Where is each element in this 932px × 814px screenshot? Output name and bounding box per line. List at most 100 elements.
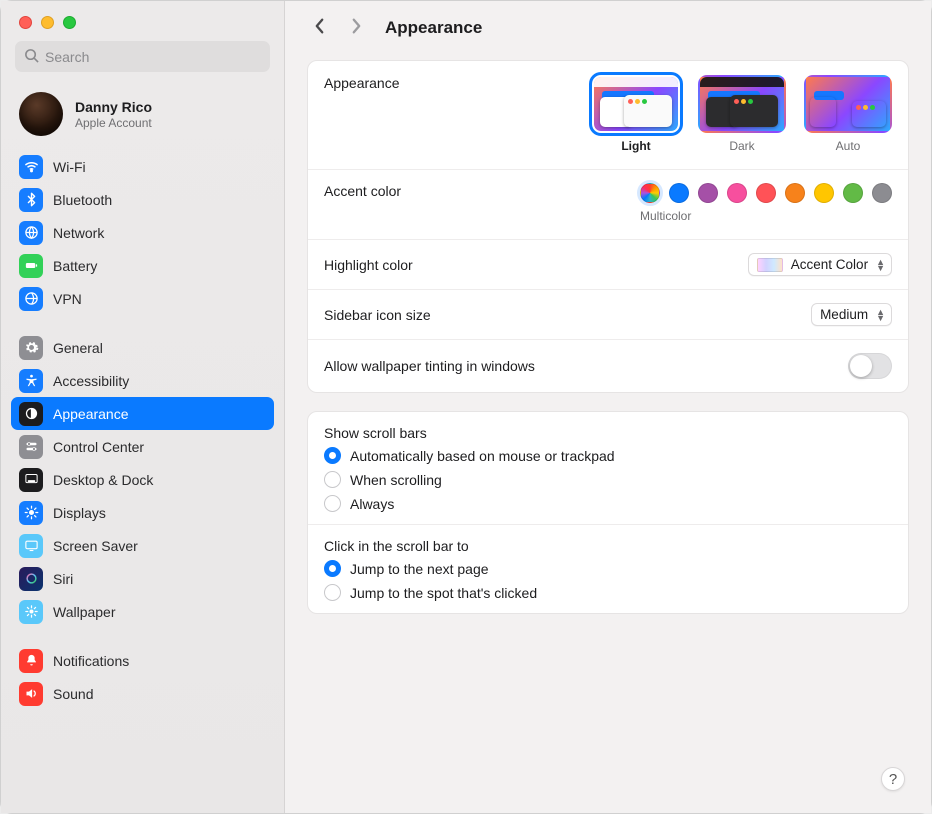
scrollbars-option-when-scrolling[interactable]: When scrolling bbox=[324, 471, 892, 488]
scrollclick-option-jump-here[interactable]: Jump to the spot that's clicked bbox=[324, 584, 892, 601]
appearance-panel: Appearance Light bbox=[307, 60, 909, 393]
sidebar-item-sound[interactable]: Sound bbox=[11, 677, 274, 710]
row-label: Sidebar icon size bbox=[324, 307, 431, 323]
appearance-options: Light Dark bbox=[592, 75, 892, 153]
sidebar-icon-size-select[interactable]: Medium ▲▼ bbox=[811, 303, 892, 326]
row-label: Appearance bbox=[324, 75, 400, 91]
accent-pink[interactable] bbox=[727, 183, 747, 203]
globe-icon bbox=[19, 221, 43, 245]
sidebar-item-bluetooth[interactable]: Bluetooth bbox=[11, 183, 274, 216]
sidebar-item-label: Network bbox=[53, 225, 104, 241]
option-label: Jump to the spot that's clicked bbox=[350, 585, 537, 601]
wallpaper-tinting-toggle[interactable] bbox=[848, 353, 892, 379]
main-pane: Appearance Appearance Light bbox=[285, 1, 931, 813]
scrollbars-option-auto[interactable]: Automatically based on mouse or trackpad bbox=[324, 447, 892, 464]
accent-blue[interactable] bbox=[669, 183, 689, 203]
accent-multicolor[interactable] bbox=[640, 183, 660, 203]
wallpaper-tinting-row: Allow wallpaper tinting in windows bbox=[308, 339, 908, 392]
screen-saver-icon bbox=[19, 534, 43, 558]
sidebar-item-battery[interactable]: Battery bbox=[11, 249, 274, 282]
apple-account-row[interactable]: Danny Rico Apple Account bbox=[1, 82, 284, 150]
sidebar-item-screen-saver[interactable]: Screen Saver bbox=[11, 529, 274, 562]
page-title: Appearance bbox=[385, 18, 482, 38]
control-center-icon bbox=[19, 435, 43, 459]
scrollbars-option-always[interactable]: Always bbox=[324, 495, 892, 512]
dock-icon bbox=[19, 468, 43, 492]
radio-icon bbox=[324, 584, 341, 601]
sidebar-item-label: Sound bbox=[53, 686, 93, 702]
sidebar-item-label: Wallpaper bbox=[53, 604, 116, 620]
avatar bbox=[19, 92, 63, 136]
sidebar-item-label: Accessibility bbox=[53, 373, 129, 389]
scrollclick-title: Click in the scroll bar to bbox=[308, 525, 908, 558]
accent-green[interactable] bbox=[843, 183, 863, 203]
appearance-option-light[interactable]: Light bbox=[592, 75, 680, 153]
siri-icon bbox=[19, 567, 43, 591]
accessibility-icon bbox=[19, 369, 43, 393]
sidebar-item-control-center[interactable]: Control Center bbox=[11, 430, 274, 463]
option-label: Automatically based on mouse or trackpad bbox=[350, 448, 615, 464]
sidebar-item-desktop-dock[interactable]: Desktop & Dock bbox=[11, 463, 274, 496]
sidebar-item-general[interactable]: General bbox=[11, 331, 274, 364]
scrollclick-option-next-page[interactable]: Jump to the next page bbox=[324, 560, 892, 577]
accent-yellow[interactable] bbox=[814, 183, 834, 203]
minimize-window-button[interactable] bbox=[41, 16, 54, 29]
wifi-icon bbox=[19, 155, 43, 179]
radio-icon bbox=[324, 471, 341, 488]
close-window-button[interactable] bbox=[19, 16, 32, 29]
sidebar: Danny Rico Apple Account Wi-Fi Bluetooth… bbox=[1, 1, 285, 813]
option-label: When scrolling bbox=[350, 472, 442, 488]
fullscreen-window-button[interactable] bbox=[63, 16, 76, 29]
sidebar-item-network[interactable]: Network bbox=[11, 216, 274, 249]
option-label: Auto bbox=[836, 139, 861, 153]
content: Appearance Light bbox=[285, 50, 931, 813]
sidebar-item-label: General bbox=[53, 340, 103, 356]
help-icon: ? bbox=[889, 771, 897, 788]
sidebar-item-displays[interactable]: Displays bbox=[11, 496, 274, 529]
row-label: Highlight color bbox=[324, 257, 413, 273]
vpn-icon bbox=[19, 287, 43, 311]
accent-red[interactable] bbox=[756, 183, 776, 203]
sidebar-item-appearance[interactable]: Appearance bbox=[11, 397, 274, 430]
sidebar-item-wallpaper[interactable]: Wallpaper bbox=[11, 595, 274, 628]
sidebar-item-label: Wi-Fi bbox=[53, 159, 86, 175]
window-controls bbox=[1, 1, 284, 41]
titlebar: Appearance bbox=[285, 1, 931, 50]
select-value: Accent Color bbox=[791, 257, 868, 272]
sidebar-list: Wi-Fi Bluetooth Network Battery VPN bbox=[1, 150, 284, 813]
sidebar-item-vpn[interactable]: VPN bbox=[11, 282, 274, 315]
sidebar-item-label: Control Center bbox=[53, 439, 144, 455]
sidebar-item-label: Notifications bbox=[53, 653, 129, 669]
sidebar-item-notifications[interactable]: Notifications bbox=[11, 644, 274, 677]
back-button[interactable] bbox=[313, 17, 326, 38]
help-button[interactable]: ? bbox=[881, 767, 905, 791]
appearance-row: Appearance Light bbox=[308, 61, 908, 169]
sidebar-item-label: Displays bbox=[53, 505, 106, 521]
highlight-color-select[interactable]: Accent Color ▲▼ bbox=[748, 253, 892, 276]
option-label: Dark bbox=[729, 139, 754, 153]
search-field[interactable] bbox=[15, 41, 270, 72]
sidebar-item-wifi[interactable]: Wi-Fi bbox=[11, 150, 274, 183]
radio-icon bbox=[324, 495, 341, 512]
sidebar-icon-size-row: Sidebar icon size Medium ▲▼ bbox=[308, 289, 908, 339]
accent-purple[interactable] bbox=[698, 183, 718, 203]
chevron-updown-icon: ▲▼ bbox=[876, 309, 885, 321]
search-input[interactable] bbox=[45, 49, 261, 65]
appearance-option-auto[interactable]: Auto bbox=[804, 75, 892, 153]
highlight-color-row: Highlight color Accent Color ▲▼ bbox=[308, 239, 908, 289]
bluetooth-icon bbox=[19, 188, 43, 212]
forward-button[interactable] bbox=[350, 17, 363, 38]
sidebar-item-accessibility[interactable]: Accessibility bbox=[11, 364, 274, 397]
displays-icon bbox=[19, 501, 43, 525]
radio-icon bbox=[324, 447, 341, 464]
appearance-option-dark[interactable]: Dark bbox=[698, 75, 786, 153]
accent-orange[interactable] bbox=[785, 183, 805, 203]
sidebar-item-siri[interactable]: Siri bbox=[11, 562, 274, 595]
accent-graphite[interactable] bbox=[872, 183, 892, 203]
sidebar-item-label: Siri bbox=[53, 571, 73, 587]
option-label: Always bbox=[350, 496, 394, 512]
highlight-swatch-icon bbox=[757, 258, 783, 272]
accent-selected-label: Multicolor bbox=[640, 209, 892, 223]
row-label: Accent color bbox=[324, 183, 401, 199]
sidebar-item-label: Screen Saver bbox=[53, 538, 138, 554]
